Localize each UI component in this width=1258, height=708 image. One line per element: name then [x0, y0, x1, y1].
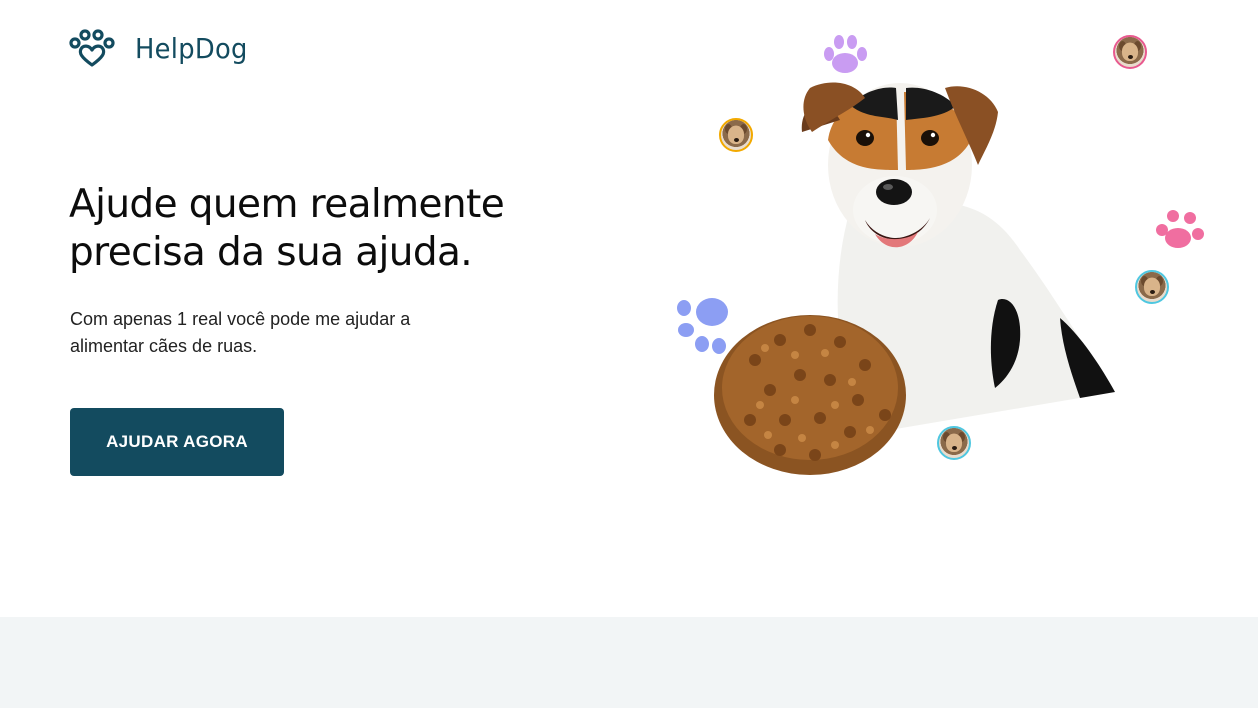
- dog-avatar: [1113, 35, 1147, 69]
- next-section-band: [0, 617, 1258, 708]
- hero-headline: Ajude quem realmente precisa da sua ajud…: [69, 181, 589, 277]
- landing-page: HelpDog Ajude quem realmente precisa da …: [0, 0, 1258, 708]
- subtext-line-1: Com apenas 1 real você pode me ajudar a: [70, 309, 411, 329]
- hero-subtext: Com apenas 1 real você pode me ajudar a …: [70, 306, 470, 360]
- dog-avatar: [937, 426, 971, 460]
- brand-logo[interactable]: HelpDog: [69, 27, 257, 71]
- headline-line-1: Ajude quem realmente: [69, 182, 505, 227]
- dog-avatar: [719, 118, 753, 152]
- headline-line-2: precisa da sua ajuda.: [69, 230, 473, 275]
- subtext-line-2: alimentar cães de ruas.: [70, 336, 258, 356]
- dog-avatar: [1135, 270, 1169, 304]
- paw-print-icon: [677, 298, 728, 354]
- paw-print-icon: [1156, 210, 1204, 248]
- brand-name: HelpDog: [135, 32, 248, 65]
- hero-illustration: [660, 20, 1220, 490]
- paw-print-icon: [824, 35, 867, 73]
- dog-with-kibble-image: [714, 82, 1115, 475]
- paw-heart-icon: [69, 29, 115, 67]
- help-now-button[interactable]: AJUDAR AGORA: [70, 408, 284, 476]
